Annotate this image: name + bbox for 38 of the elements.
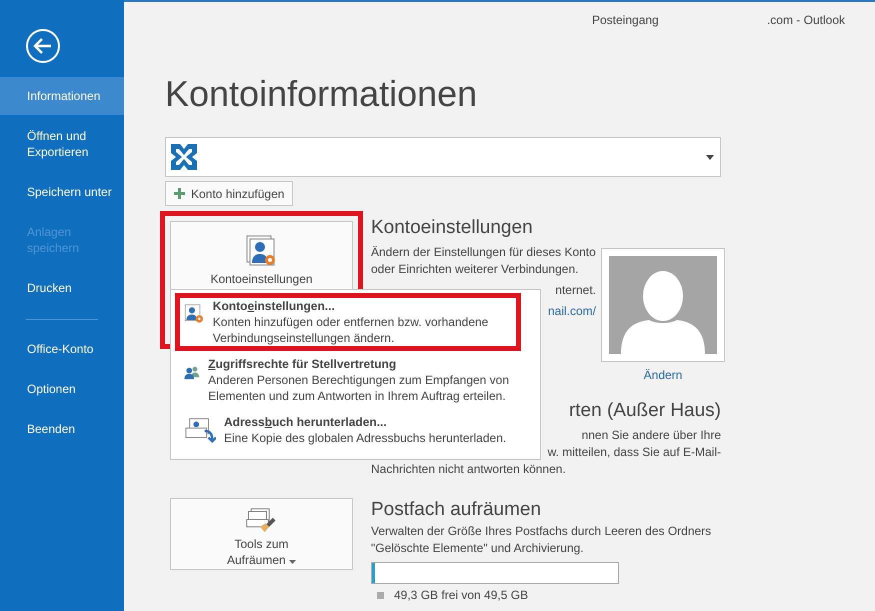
plus-icon xyxy=(174,188,185,199)
text-fragment: nnen Sie andere über Ihre xyxy=(582,428,721,442)
change-photo-link[interactable]: Ändern xyxy=(644,368,682,382)
sidebar-item[interactable]: Drucken xyxy=(0,269,124,307)
text-fragment: nternet. xyxy=(555,283,596,297)
account-dropdown[interactable] xyxy=(165,137,721,177)
sidebar-item[interactable]: Beenden xyxy=(0,410,124,448)
menu-item[interactable]: Kontoeinstellungen... Konten hinzufügen oder entfernen bzw. vorhandene Verbindungseinstellungen ändern. xyxy=(175,293,521,351)
menu-item-title: Adressbuch herunterladen... xyxy=(224,414,388,430)
section-heading: Kontoeinstellungen xyxy=(371,216,534,240)
folder-title: Posteingang xyxy=(592,13,659,27)
text-fragment: Nachrichten nicht antworten können. xyxy=(371,462,566,476)
sidebar-item[interactable]: Informationen xyxy=(0,77,124,115)
exchange-logo-icon xyxy=(169,142,199,172)
add-account-button[interactable]: Konto hinzufügen xyxy=(165,181,294,206)
menu-item[interactable]: Zugriffsrechte für Stellvertretung Anderen Personen Berechtigungen zum Empfangen von Elementen und zum Antworten in Ihrem Auftrag erteilen. xyxy=(175,351,521,409)
window-title: .com - Outlook xyxy=(766,13,845,27)
menu-item-title: Kontoeinstellungen... xyxy=(212,298,336,314)
section-heading: Postfach aufräumen xyxy=(371,498,542,522)
menu-item-description: Eine Kopie des globalen Adressbuchs herunterladen. xyxy=(224,430,506,446)
avatar-silhouette-icon xyxy=(609,256,717,354)
text-fragment: w. mitteilen, dass Sie auf E-Mail- xyxy=(548,445,721,459)
page-title: Kontoinformationen xyxy=(165,73,478,115)
cleanup-tools-button[interactable]: Tools zum Aufräumen xyxy=(170,498,353,570)
sidebar-item[interactable]: Optionen xyxy=(0,370,124,408)
menu-item-title: Zugriffsrechte für Stellvertretung xyxy=(208,356,398,372)
storage-reading: 49,3 GB frei von 49,5 GB xyxy=(394,588,528,602)
menu-item-description: Anderen Personen Berechtigungen zum Empfangen von Elementen und zum Antworten in Ihrem Auftrag erteilen. xyxy=(208,372,510,404)
sidebar-item[interactable]: Office-Konto xyxy=(0,330,124,368)
section-description: Verwalten der Größe Ihres Postfachs durch Leeren des Ordners "Gelöschte Elemente" und Archivierung. xyxy=(371,523,712,557)
link[interactable]: nail.com/ xyxy=(548,304,596,318)
sidebar-item[interactable]: Öffnen und Exportieren xyxy=(0,117,124,171)
caret-icon xyxy=(289,560,296,564)
section-description: Ändern der Einstellungen für dieses Konto oder Einrichten weiterer Verbindungen. xyxy=(371,244,596,278)
legend-swatch xyxy=(377,592,384,598)
caret-icon xyxy=(706,154,714,160)
menu-item[interactable]: Adressbuch herunterladen... Eine Kopie des globalen Adressbuchs herunterladen. xyxy=(175,409,521,451)
sidebar-item[interactable]: Speichern unter xyxy=(0,173,124,211)
